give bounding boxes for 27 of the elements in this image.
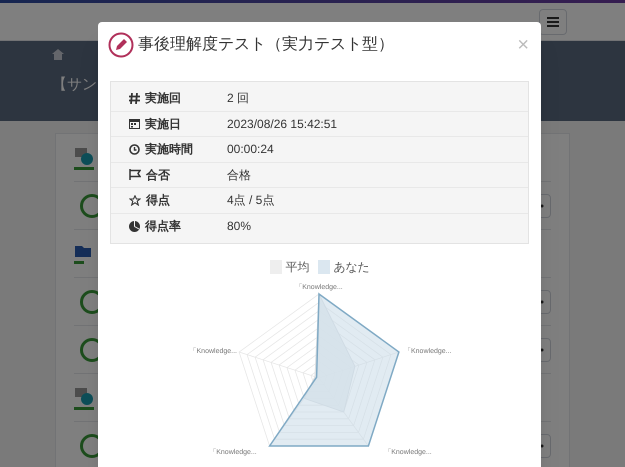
detail-value: 00:00:24	[227, 141, 274, 158]
detail-label: 得点	[146, 192, 170, 210]
detail-label: 得点率	[145, 218, 181, 236]
detail-value: 2 回	[227, 90, 250, 108]
pencil-circle-icon	[108, 32, 134, 58]
legend-label: 平均	[286, 259, 310, 276]
menu-icon	[547, 16, 559, 26]
detail-label: 実施時間	[145, 141, 193, 158]
star-icon	[129, 194, 141, 206]
hash-icon	[129, 92, 140, 104]
clock-icon	[129, 144, 140, 155]
detail-value: 80%	[227, 218, 252, 236]
detail-value: 2023/08/26 15:42:51	[227, 116, 338, 133]
modal-title: 事後理解度テスト（実力テスト型）	[138, 34, 394, 55]
pie-chart-icon	[129, 220, 140, 232]
detail-label: 実施日	[145, 116, 181, 133]
detail-value: 4点 / 5点	[227, 192, 274, 210]
detail-value: 合格	[227, 166, 251, 184]
folder-check-icon	[74, 146, 96, 170]
close-button[interactable]: ×	[517, 35, 529, 55]
legend-label: あなた	[334, 259, 370, 276]
detail-label: 実施回	[145, 90, 181, 108]
calendar-icon	[129, 118, 140, 130]
detail-label: 合否	[146, 166, 170, 184]
flag-icon	[129, 169, 141, 180]
page-title: 【サン	[52, 75, 98, 95]
folder-check-icon	[74, 386, 96, 410]
